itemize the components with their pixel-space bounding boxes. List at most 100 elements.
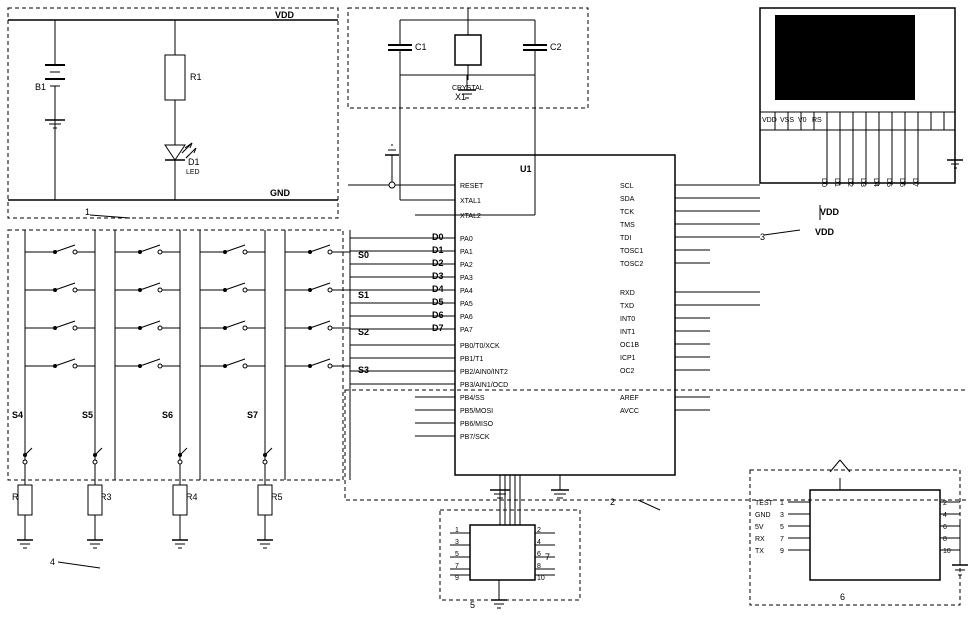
pin-tosc2: TOSC2 — [620, 261, 643, 268]
pin-pb4: PB4/SS — [460, 395, 485, 402]
crystal-label: CRYSTAL — [452, 85, 484, 92]
pin-aref: AREF — [620, 395, 639, 402]
pin-tosc1: TOSC1 — [620, 248, 643, 255]
lcd-vo: V0 — [798, 117, 807, 124]
lcd-vss: VSS — [780, 117, 794, 124]
s1-label: S1 — [358, 290, 369, 300]
pin-pa7: PA7 — [460, 327, 473, 334]
pin-pa4: PA4 — [460, 288, 473, 295]
pin-pa0: PA0 — [460, 236, 473, 243]
pin-oc1b: OC1B — [620, 342, 639, 349]
s3-label: S3 — [358, 365, 369, 375]
vdd-label-1: VDD — [275, 10, 295, 20]
d4-label: D4 — [432, 284, 444, 294]
isp-pin3: 3 — [455, 539, 459, 546]
debug-tx: TX — [755, 548, 764, 555]
pin-avcc: AVCC — [620, 408, 639, 415]
s6-label: S6 — [162, 410, 173, 420]
pin-txd: TXD — [620, 303, 634, 310]
pin-pa5: PA5 — [460, 301, 473, 308]
pin-int0: INT0 — [620, 316, 635, 323]
section-3-label: 3 — [760, 232, 765, 242]
s7-label: S7 — [247, 410, 258, 420]
debug-rx: RX — [755, 536, 765, 543]
section-1-label: 1 — [85, 207, 90, 217]
debug-5v: 5V — [755, 524, 764, 531]
led-label: LED — [186, 169, 200, 176]
debug-rx-num: 7 — [780, 536, 784, 543]
c1-label: C1 — [415, 42, 427, 52]
pin-icp1: ICP1 — [620, 355, 636, 362]
gnd-label-1: GND — [270, 188, 291, 198]
pin-scl: SCL — [620, 183, 634, 190]
d3-label: D3 — [432, 271, 444, 281]
debug-5v-num: 5 — [780, 524, 784, 531]
lcd-d0: D0 — [820, 178, 827, 187]
d6-label: D6 — [432, 310, 444, 320]
lcd-d7: D7 — [911, 178, 918, 187]
pin-tms: TMS — [620, 222, 635, 229]
section-2-label: 2 — [610, 497, 615, 507]
debug-pin8: 8 — [943, 536, 947, 543]
debug-gnd-num: 3 — [780, 512, 784, 519]
battery-label: B1 — [35, 82, 46, 92]
pin-xtal2: XTAL2 — [460, 213, 481, 220]
isp-pin4: 4 — [537, 539, 541, 546]
pin-pb6: PB6/MISO — [460, 421, 494, 428]
pin-oc2: OC2 — [620, 368, 635, 375]
pin-pb7: PB7/SCK — [460, 434, 490, 441]
s5-label: S5 — [82, 410, 93, 420]
pin-pa6: PA6 — [460, 314, 473, 321]
lcd-d2: D2 — [846, 178, 853, 187]
pin-pb5: PB5/MOSI — [460, 408, 493, 415]
r1-label: R1 — [190, 72, 202, 82]
pin-sda: SDA — [620, 196, 635, 203]
debug-test-num: 1 — [780, 500, 784, 507]
vdd-label-3: VDD — [815, 227, 835, 237]
debug-pin4: 4 — [943, 512, 947, 519]
lcd-d4: D4 — [872, 178, 879, 187]
isp-pin10: 10 — [537, 575, 545, 582]
section-6-label: 6 — [840, 592, 845, 602]
pin-reset: RESET — [460, 183, 484, 190]
isp-pin7: 7 — [455, 563, 459, 570]
pin-pb0: PB0/T0/XCK — [460, 343, 500, 350]
lcd-d6: D6 — [898, 178, 905, 187]
pin-pb2: PB2/AIN0/INT2 — [460, 369, 508, 376]
debug-pin10: 10 — [943, 548, 951, 555]
debug-gnd: GND — [755, 512, 771, 519]
pin-pa1: PA1 — [460, 249, 473, 256]
pin-int1: INT1 — [620, 329, 635, 336]
u1-label: U1 — [520, 164, 532, 174]
r4-label: R4 — [186, 492, 198, 502]
lcd-d1: D1 — [833, 178, 840, 187]
vdd-label-lcd: VDD — [820, 207, 840, 217]
pin-xtal1: XTAL1 — [460, 198, 481, 205]
d1-label: D1 — [188, 157, 200, 167]
d5-label: D5 — [432, 297, 444, 307]
debug-pin6: 6 — [943, 524, 947, 531]
pin-rxd: RXD — [620, 290, 635, 297]
lcd-d5: D5 — [885, 178, 892, 187]
d1-label: D1 — [432, 245, 444, 255]
section-4-label: 4 — [50, 557, 55, 567]
d0-label: D0 — [432, 232, 444, 242]
pin-pb1: PB1/T1 — [460, 356, 483, 363]
d2-label: D2 — [432, 258, 444, 268]
pin-tdi: TDI — [620, 235, 631, 242]
r5-label: R5 — [271, 492, 283, 502]
isp-pin2: 2 — [537, 527, 541, 534]
section-5-label: 5 — [470, 600, 475, 610]
isp-pin6: 6 — [537, 551, 541, 558]
d7-label: D7 — [432, 323, 444, 333]
schematic-diagram: VDD B1 R1 — [0, 0, 968, 618]
debug-test: TEST — [755, 500, 774, 507]
isp-pin9: 9 — [455, 575, 459, 582]
debug-tx-num: 9 — [780, 548, 784, 555]
isp-pin8: 8 — [537, 563, 541, 570]
lcd-d3: D3 — [859, 178, 866, 187]
pin-pb3: PB3/AIN1/OCD — [460, 382, 508, 389]
pin-pa2: PA2 — [460, 262, 473, 269]
c2-label: C2 — [550, 42, 562, 52]
pin-pa3: PA3 — [460, 275, 473, 282]
